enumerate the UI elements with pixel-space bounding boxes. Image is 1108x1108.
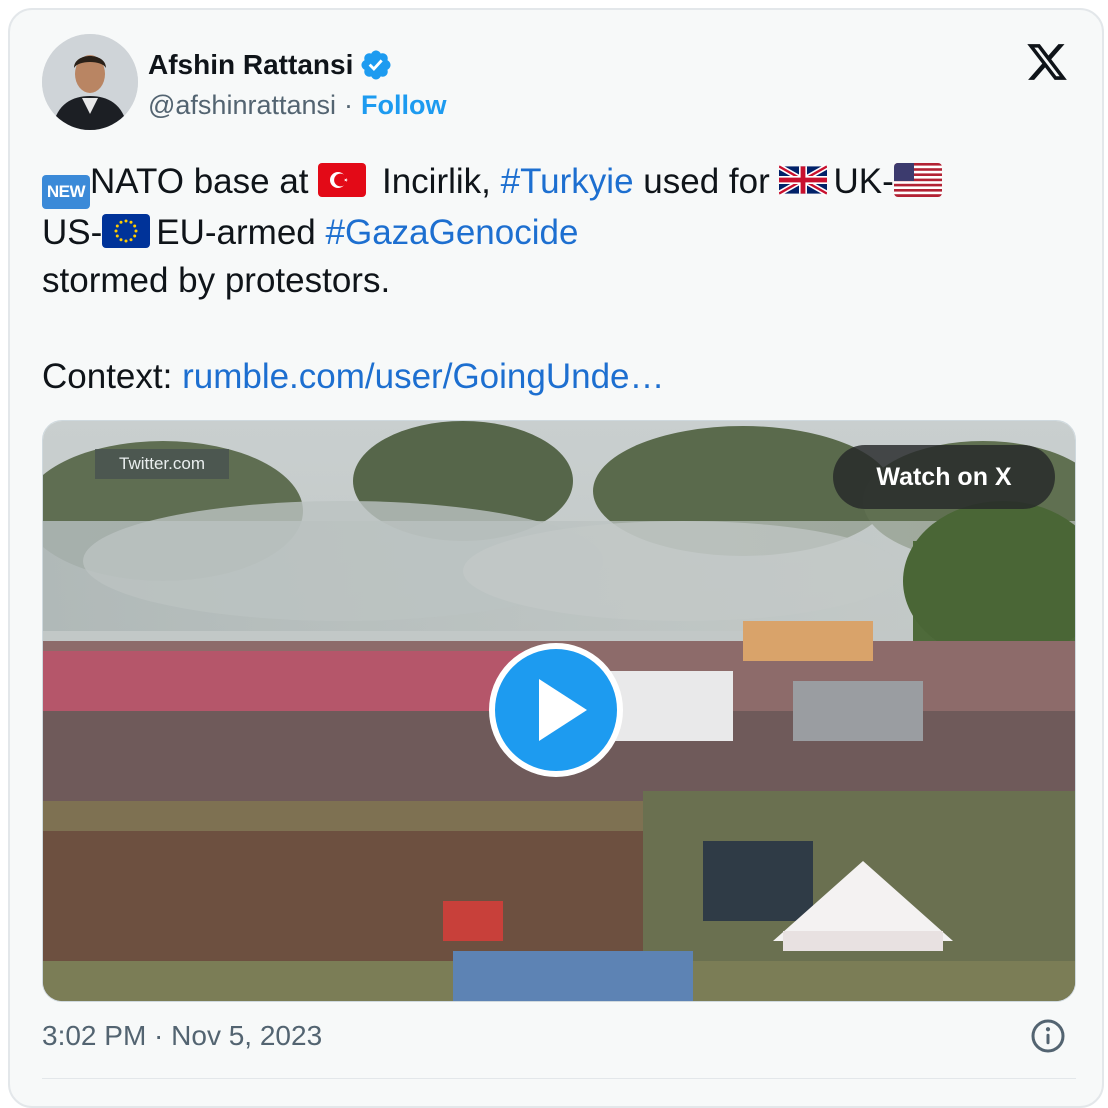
context-label: Context: xyxy=(42,357,183,396)
turkey-flag-icon xyxy=(318,163,367,197)
play-icon xyxy=(539,679,587,741)
tweet-line-3: stormed by protestors. xyxy=(42,261,391,300)
new-emoji-badge: NEW xyxy=(42,175,90,209)
tweet-text: NEW NATO base at Incirlik, #Turkyie used … xyxy=(42,158,1082,401)
us-flag-icon xyxy=(893,163,942,197)
watch-on-x-button[interactable]: Watch on X xyxy=(833,445,1055,509)
verified-badge-icon xyxy=(361,50,391,80)
tweet-text-segment: US- xyxy=(42,213,103,252)
tweet-text-segment: Incirlik, xyxy=(372,162,501,201)
author-name[interactable]: Afshin Rattansi xyxy=(148,49,353,81)
hashtag-turkyie-link[interactable]: #Turkyie xyxy=(501,162,634,201)
hashtag-gazagenocide-link[interactable]: #GazaGenocide xyxy=(326,213,579,252)
tweet-line-1: NEW NATO base at Incirlik, #Turkyie used … xyxy=(42,158,1082,209)
x-logo-icon[interactable] xyxy=(1024,40,1070,84)
video-watermark: Twitter.com xyxy=(95,449,229,479)
tweet-text-segment: NATO base at xyxy=(90,162,319,201)
tweet-line-2: US- EU-armed #GazaGenocide xyxy=(42,209,1082,257)
tweet-card[interactable]: Afshin Rattansi @afshinrattansi · Follow… xyxy=(8,8,1104,1108)
tweet-line-context: Context: rumble.com/user/GoingUnde… xyxy=(42,353,1082,401)
context-link[interactable]: rumble.com/user/GoingUnde… xyxy=(182,357,664,396)
eu-flag-icon xyxy=(102,214,151,248)
tweet-text-segment: UK- xyxy=(833,162,894,201)
info-icon[interactable] xyxy=(1030,1018,1066,1054)
uk-flag-icon xyxy=(779,163,828,197)
video-media[interactable]: Twitter.com Watch on X xyxy=(42,420,1076,1002)
tweet-text-segment: EU-armed xyxy=(156,213,326,252)
tweet-text-segment: used for xyxy=(633,162,780,201)
author-handle[interactable]: @afshinrattansi xyxy=(148,90,336,121)
footer-divider xyxy=(42,1078,1076,1079)
follow-button[interactable]: Follow xyxy=(361,90,446,121)
tweet-timestamp[interactable]: 3:02 PM · Nov 5, 2023 xyxy=(42,1020,322,1052)
play-button[interactable] xyxy=(489,643,623,777)
handle-separator: · xyxy=(344,90,353,120)
author-avatar[interactable] xyxy=(42,34,138,130)
